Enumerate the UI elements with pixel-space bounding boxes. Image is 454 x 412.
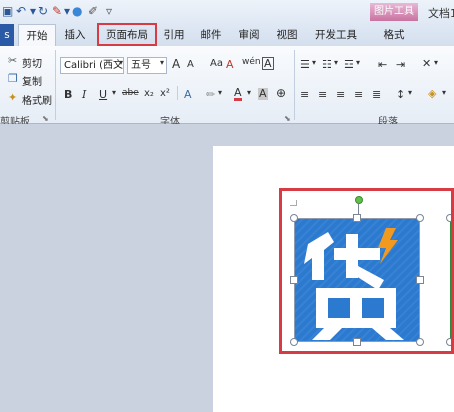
draw-icon[interactable]: ✐ xyxy=(88,4,98,18)
dialog-launcher-icon[interactable]: ⬊ xyxy=(284,114,291,123)
font-name-combo[interactable]: Calibri (西文) xyxy=(60,57,124,74)
tab-developer[interactable]: 开发工具 xyxy=(312,24,360,46)
customize-icon[interactable]: ▿ xyxy=(106,4,112,18)
bold-button[interactable]: B xyxy=(64,88,72,101)
align-left-icon[interactable]: ≡ xyxy=(300,88,309,101)
tab-references[interactable]: 引用 xyxy=(158,24,190,46)
align-center-icon[interactable]: ≡ xyxy=(318,88,327,101)
chevron-down-icon[interactable]: ▾ xyxy=(312,58,316,67)
chevron-down-icon[interactable]: ▾ xyxy=(112,88,116,97)
group-separator xyxy=(55,50,56,120)
distributed-icon[interactable]: ≣ xyxy=(372,88,381,101)
tab-format[interactable]: 格式 xyxy=(372,24,416,46)
tab-view[interactable]: 视图 xyxy=(272,24,302,46)
page-layout-highlight-box xyxy=(97,23,157,46)
decrease-indent-icon[interactable]: ⇤ xyxy=(378,58,387,71)
increase-indent-icon[interactable]: ⇥ xyxy=(396,58,405,71)
line-spacing-icon[interactable]: ↕ xyxy=(396,88,405,101)
ribbon-tab-bar: s 开始 插入 页面布局 引用 邮件 审阅 视图 开发工具 格式 xyxy=(0,24,454,46)
tab-insert[interactable]: 插入 xyxy=(58,24,92,46)
divider xyxy=(177,86,178,100)
character-border-icon[interactable]: A xyxy=(262,57,274,70)
chevron-down-icon[interactable]: ▾ xyxy=(356,58,360,67)
tab-mailings[interactable]: 邮件 xyxy=(196,24,226,46)
scissors-icon: ✂ xyxy=(8,54,18,67)
shrink-font-icon[interactable]: A xyxy=(187,59,194,70)
phonetic-guide-icon[interactable]: wén xyxy=(242,57,261,67)
bullets-icon[interactable]: ☰ xyxy=(300,58,310,71)
clear-formatting-icon[interactable]: A xyxy=(226,58,234,71)
save-icon[interactable]: ▣ xyxy=(2,4,13,18)
file-tab[interactable]: s xyxy=(0,24,14,46)
chinese-layout-icon[interactable]: ✕ xyxy=(422,57,431,70)
align-right-icon[interactable]: ≡ xyxy=(336,88,345,101)
chevron-down-icon[interactable]: ▾ xyxy=(218,88,222,97)
enclose-characters-icon[interactable]: ⊕ xyxy=(276,86,286,100)
format-painter-icon[interactable]: ✎ xyxy=(52,4,62,18)
font-color-icon[interactable]: A xyxy=(234,87,242,101)
change-case-icon[interactable]: Aa xyxy=(210,58,223,69)
chevron-down-icon[interactable]: ▾ xyxy=(334,58,338,67)
format-painter-icon: ✦ xyxy=(8,91,18,104)
globe-icon[interactable]: ● xyxy=(72,4,82,18)
copy-button[interactable]: 复制 xyxy=(22,73,42,88)
chevron-down-icon[interactable]: ▾ xyxy=(160,58,164,67)
undo-icon[interactable]: ↶ xyxy=(16,4,26,18)
chevron-down-icon[interactable]: ▾ xyxy=(247,88,251,97)
italic-button[interactable]: I xyxy=(82,88,86,101)
format-painter-button[interactable]: 格式刷 xyxy=(22,92,52,107)
superscript-button[interactable]: x² xyxy=(160,88,170,99)
character-shading-icon[interactable]: A xyxy=(258,88,268,100)
redo-icon[interactable]: ↻ xyxy=(38,4,48,18)
document-title: 文档1 xyxy=(428,7,454,20)
strikethrough-button[interactable]: abe xyxy=(122,88,139,98)
highlight-color-icon[interactable]: ✏ xyxy=(206,88,215,101)
chevron-down-icon[interactable]: ▾ xyxy=(408,88,412,97)
shading-icon[interactable]: ◈ xyxy=(428,87,436,100)
chevron-down-icon[interactable]: ▾ xyxy=(434,58,438,67)
undo-dropdown-icon[interactable]: ▾ xyxy=(30,4,36,18)
group-separator xyxy=(294,50,295,120)
chevron-down-icon[interactable]: ▾ xyxy=(442,88,446,97)
tab-home[interactable]: 开始 xyxy=(18,24,56,46)
dialog-launcher-icon[interactable]: ⬊ xyxy=(42,114,49,123)
copy-icon: ❐ xyxy=(8,72,18,85)
subscript-button[interactable]: x₂ xyxy=(144,88,154,99)
dropdown-icon[interactable]: ▾ xyxy=(64,4,70,18)
image-highlight-box xyxy=(279,188,454,354)
underline-button[interactable]: U xyxy=(99,88,107,101)
cut-button[interactable]: 剪切 xyxy=(22,55,42,70)
chevron-down-icon[interactable]: ▾ xyxy=(119,58,123,67)
grow-font-icon[interactable]: A xyxy=(172,57,180,71)
numbering-icon[interactable]: ☷ xyxy=(322,58,332,71)
multilevel-list-icon[interactable]: ☲ xyxy=(344,58,354,71)
picture-tools-context-tab: 图片工具 xyxy=(370,3,418,21)
justify-icon[interactable]: ≡ xyxy=(354,88,363,101)
text-effects-icon[interactable]: A xyxy=(184,88,192,101)
tab-review[interactable]: 审阅 xyxy=(234,24,264,46)
